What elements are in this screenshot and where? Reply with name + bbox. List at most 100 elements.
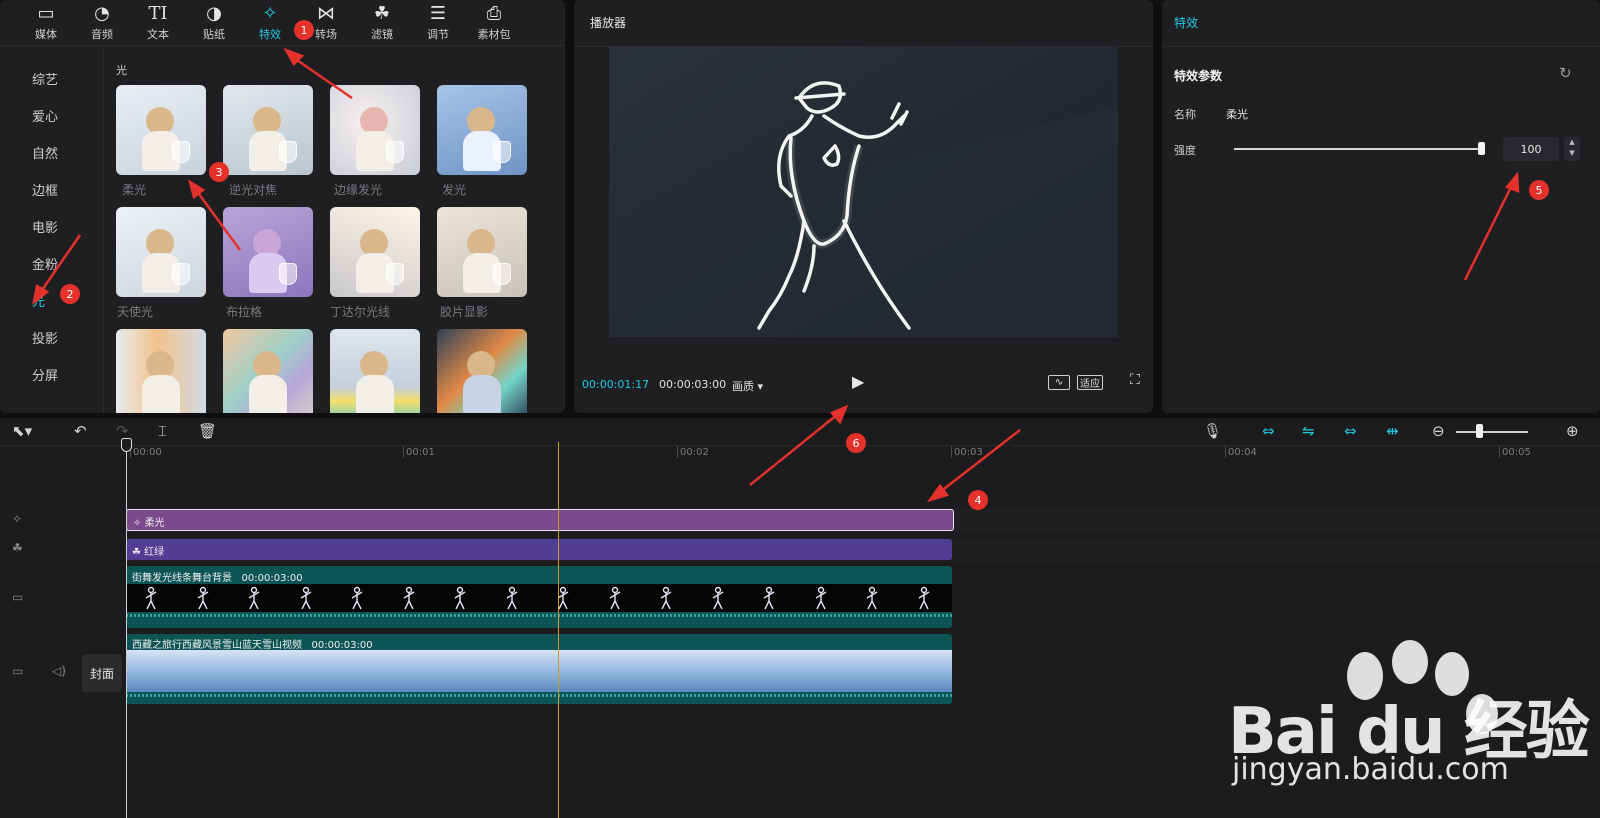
delete-icon[interactable]: 🗑 [198, 422, 217, 440]
effect-card[interactable] [223, 85, 313, 175]
library-tab-bar: ▭ 媒体 ◔ 音频 TI 文本 ◑ 贴纸 ✧ 特效 ⋈ 转场 ☘ 滤镜 ☰ 调节 ⎙ 素材包 [0, 0, 565, 46]
effect-card[interactable] [223, 207, 313, 297]
effect-card[interactable] [437, 329, 527, 413]
transition-icon: ⋈ [317, 3, 335, 24]
annotation-badge: 4 [968, 490, 988, 510]
category-item[interactable]: 爱心 [32, 106, 58, 125]
tab-audio[interactable]: ◔ 音频 [74, 0, 130, 46]
annotation-badge: 2 [60, 284, 80, 304]
effect-card[interactable] [223, 329, 313, 413]
undo-icon[interactable]: ↶ [74, 422, 87, 440]
tab-package[interactable]: ⎙ 素材包 [466, 0, 522, 46]
video-clip-dance[interactable]: 街舞发光线条舞台背景 00:00:03:00 [126, 566, 952, 628]
annotation-badge: 6 [846, 433, 866, 453]
split-icon[interactable]: ⌶ [158, 422, 167, 440]
waveform-button[interactable]: ∿ [1048, 375, 1070, 390]
ruler-label: 00:05 [1502, 447, 1531, 458]
effect-card[interactable] [116, 329, 206, 413]
zoom-in-icon[interactable]: ⊕ [1566, 422, 1579, 440]
annotation-badge: 5 [1529, 180, 1549, 200]
snow-mountain-thumbnail-strip [126, 650, 952, 692]
ruler-tick [1225, 446, 1226, 458]
section-title: 光 [116, 64, 127, 77]
tab-filter[interactable]: ☘ 滤镜 [354, 0, 410, 46]
properties-title: 特效 [1174, 16, 1199, 30]
effect-label: 胶片显影 [440, 305, 489, 319]
dancer-thumbnail [711, 586, 725, 610]
strength-slider-track[interactable] [1234, 148, 1484, 150]
playhead-line[interactable] [126, 438, 127, 818]
mute-icon[interactable]: ◁) [52, 664, 66, 678]
category-item[interactable]: 投影 [32, 328, 58, 347]
effect-card-soft-light[interactable] [116, 85, 206, 175]
reset-icon: ↻ [1559, 64, 1572, 82]
tab-sticker[interactable]: ◑ 贴纸 [186, 0, 242, 46]
category-item-light[interactable]: 光 [32, 291, 45, 310]
video-preview[interactable] [609, 46, 1118, 337]
magnet-icon[interactable]: ⇋ [1302, 422, 1315, 440]
cover-button[interactable]: 封面 [82, 654, 122, 692]
strength-slider-handle[interactable] [1478, 142, 1485, 155]
adjust-icon: ☰ [429, 3, 447, 24]
effect-clip[interactable]: ✧ 柔光 [126, 509, 954, 531]
video-clip-tibet[interactable]: 西藏之旅行西藏风景雪山蓝天雪山视频 00:00:03:00 [126, 634, 952, 704]
effects-icon: ✧ [262, 3, 278, 24]
play-button[interactable]: ▶ [852, 372, 864, 391]
category-item[interactable]: 自然 [32, 143, 58, 162]
snap-icon[interactable]: ⇹ [1386, 422, 1399, 440]
fullscreen-icon: ⛶ [1130, 372, 1140, 388]
effect-label: 天使光 [117, 305, 154, 319]
player-title: 播放器 [590, 16, 627, 30]
package-icon: ⎙ [486, 3, 502, 24]
filter-clip[interactable]: ☘ 红绿 [126, 539, 952, 560]
preview-axis-icon[interactable]: ⇔ [1344, 422, 1357, 440]
chevron-up-icon[interactable]: ▲ [1564, 137, 1580, 148]
quality-dropdown[interactable]: 画质 ▾ [732, 378, 763, 394]
ruler-label: 00:03 [954, 447, 983, 458]
select-tool-icon[interactable]: ⬉▾ [12, 422, 32, 440]
strength-input[interactable]: 100 [1503, 137, 1559, 161]
zoom-out-icon[interactable]: ⊖ [1432, 422, 1445, 440]
effect-label: 发光 [442, 183, 467, 197]
category-item[interactable]: 综艺 [32, 69, 58, 88]
ruler-tick [951, 446, 952, 458]
playhead-handle[interactable] [121, 438, 132, 452]
effect-label: 逆光对焦 [229, 183, 278, 197]
dancer-thumbnail [402, 586, 416, 610]
category-item[interactable]: 边框 [32, 180, 58, 199]
watermark-url: jingyan.baidu.com [1232, 752, 1509, 787]
dancer-thumbnail [453, 586, 467, 610]
dancer-thumbnail [144, 586, 158, 610]
effect-card[interactable] [437, 207, 527, 297]
strength-stepper[interactable]: ▲ ▼ [1564, 137, 1580, 161]
chevron-down-icon[interactable]: ▼ [1564, 148, 1580, 159]
ruler-tick [403, 446, 404, 458]
reset-button[interactable]: ↻ [1559, 64, 1572, 82]
tab-media[interactable]: ▭ 媒体 [18, 0, 74, 46]
tab-adjust[interactable]: ☰ 调节 [410, 0, 466, 46]
effect-category-list: 综艺 爱心 自然 边框 电影 金粉 光 投影 分屏 [0, 47, 104, 413]
dancer-thumbnail [608, 586, 622, 610]
tab-text[interactable]: TI 文本 [130, 0, 186, 46]
fullscreen-button[interactable]: ⛶ [1130, 372, 1140, 388]
dancer-thumbnail [762, 586, 776, 610]
zoom-slider-track[interactable] [1456, 431, 1528, 433]
video-track-icon: ▭ [12, 664, 24, 678]
tab-effects[interactable]: ✧ 特效 [242, 0, 298, 46]
effect-card[interactable] [116, 207, 206, 297]
category-item[interactable]: 分屏 [32, 365, 58, 384]
audio-waveform [126, 694, 952, 697]
effect-card[interactable] [330, 329, 420, 413]
fit-button[interactable]: 适应 [1077, 375, 1103, 390]
category-item[interactable]: 金粉 [32, 254, 58, 273]
effect-card[interactable] [330, 207, 420, 297]
effect-card[interactable] [437, 85, 527, 175]
effect-card[interactable] [330, 85, 420, 175]
zoom-slider-handle[interactable] [1476, 424, 1483, 438]
microphone-icon[interactable]: 🎙 [1203, 422, 1222, 440]
effect-properties-panel: 特效 特效参数 ↻ 名称 柔光 强度 100 ▲ ▼ [1162, 0, 1600, 413]
category-item[interactable]: 电影 [32, 217, 58, 236]
ruler-label: 00:01 [406, 447, 435, 458]
link-icon[interactable]: ⇔ [1262, 422, 1275, 440]
media-icon: ▭ [37, 3, 55, 24]
